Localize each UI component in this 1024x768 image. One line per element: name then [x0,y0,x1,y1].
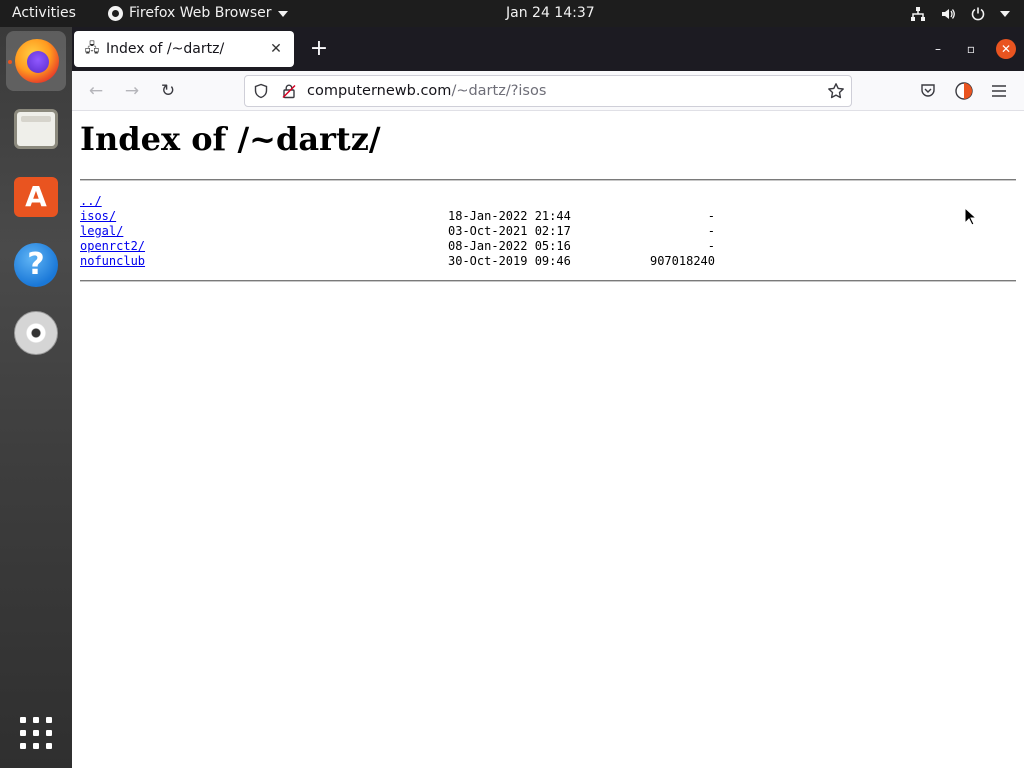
url-path: /~dartz/?isos [451,83,547,99]
app-menu[interactable]: Firefox Web Browser [108,0,288,27]
navigation-toolbar: ← → ↻ computernewb.com/~dartz/?isos [72,71,1024,111]
gnome-top-bar: Activities Firefox Web Browser Jan 24 14… [0,0,1024,27]
entry-date: 18-Jan-2022 21:44 [448,209,571,223]
favicon-icon: 🖧 [84,41,100,56]
files-icon [14,109,58,149]
page-title: Index of /~dartz/ [80,120,381,158]
maximize-button[interactable]: ▫ [961,39,981,59]
bookmark-star-icon[interactable] [827,82,845,100]
entry-link-isos[interactable]: isos/ [80,209,116,223]
tab-active[interactable]: 🖧 Index of /~dartz/ ✕ [74,31,294,67]
account-icon[interactable] [954,81,974,101]
system-tray[interactable] [910,0,1010,27]
dock-firefox[interactable] [6,31,66,91]
volume-icon [942,8,955,19]
chevron-down-icon [1000,10,1010,17]
pocket-icon[interactable] [920,82,936,98]
tab-bar: 🖧 Index of /~dartz/ ✕ + – ▫ ✕ [72,27,1024,71]
help-icon: ? [14,243,58,287]
hamburger-menu-icon[interactable] [990,81,1008,101]
entry-date: 08-Jan-2022 05:16 [448,239,571,253]
firefox-small-icon [108,6,123,21]
show-applications-button[interactable] [6,703,66,763]
directory-listing: ../ isos/ 18-Jan-2022 21:44 - legal/ 03-… [80,194,780,269]
mouse-cursor-icon [964,207,978,226]
back-button[interactable]: ← [84,79,108,103]
entry-link-parent[interactable]: ../ [80,194,102,208]
list-item: ../ [80,194,780,209]
reload-button[interactable]: ↻ [156,79,180,103]
running-indicator [8,60,12,64]
entry-date: 03-Oct-2021 02:17 [448,224,571,238]
entry-link-nofunclub[interactable]: nofunclub [80,254,145,268]
entry-link-openrct2[interactable]: openrct2/ [80,239,145,253]
lock-icon[interactable] [281,83,297,99]
list-item: isos/ 18-Jan-2022 21:44 - [80,209,780,224]
entry-size: - [707,209,715,223]
network-icon [911,6,925,21]
chevron-down-icon [277,10,288,17]
entry-size: 907018240 [649,254,715,268]
dock-help[interactable]: ? [6,235,66,295]
forward-button[interactable]: → [120,79,144,103]
entry-size: - [707,224,715,238]
entry-size: - [707,239,715,253]
divider [80,280,1016,282]
dock-files[interactable] [6,99,66,159]
url-host: computernewb.com [307,83,452,99]
clock[interactable]: Jan 24 14:37 [506,0,595,27]
app-menu-label: Firefox Web Browser [129,5,272,21]
dock-software[interactable]: A [6,167,66,227]
power-icon [971,7,985,20]
minimize-button[interactable]: – [928,39,948,59]
firefox-window: 🖧 Index of /~dartz/ ✕ + – ▫ ✕ ← → ↻ comp… [72,27,1024,768]
firefox-icon [15,39,59,83]
entry-date: 30-Oct-2019 09:46 [448,254,571,268]
close-window-button[interactable]: ✕ [996,39,1016,59]
dock-disc[interactable] [6,303,66,363]
page-content: Index of /~dartz/ ../ isos/ 18-Jan-2022 … [72,112,1024,768]
tab-title: Index of /~dartz/ [106,41,225,57]
url-bar[interactable]: computernewb.com/~dartz/?isos [244,75,852,107]
disc-icon [14,311,58,355]
new-tab-button[interactable]: + [304,34,334,64]
dock: A ? [0,27,72,768]
list-item: nofunclub 30-Oct-2019 09:46 907018240 [80,254,780,269]
divider [80,179,1016,181]
grid-icon [20,717,52,749]
list-item: legal/ 03-Oct-2021 02:17 - [80,224,780,239]
url-text[interactable]: computernewb.com/~dartz/?isos [307,76,546,106]
activities-button[interactable]: Activities [12,0,76,27]
entry-link-legal[interactable]: legal/ [80,224,123,238]
close-tab-button[interactable]: ✕ [268,41,284,57]
list-item: openrct2/ 08-Jan-2022 05:16 - [80,239,780,254]
software-icon: A [14,177,58,217]
shield-icon[interactable] [253,83,269,99]
